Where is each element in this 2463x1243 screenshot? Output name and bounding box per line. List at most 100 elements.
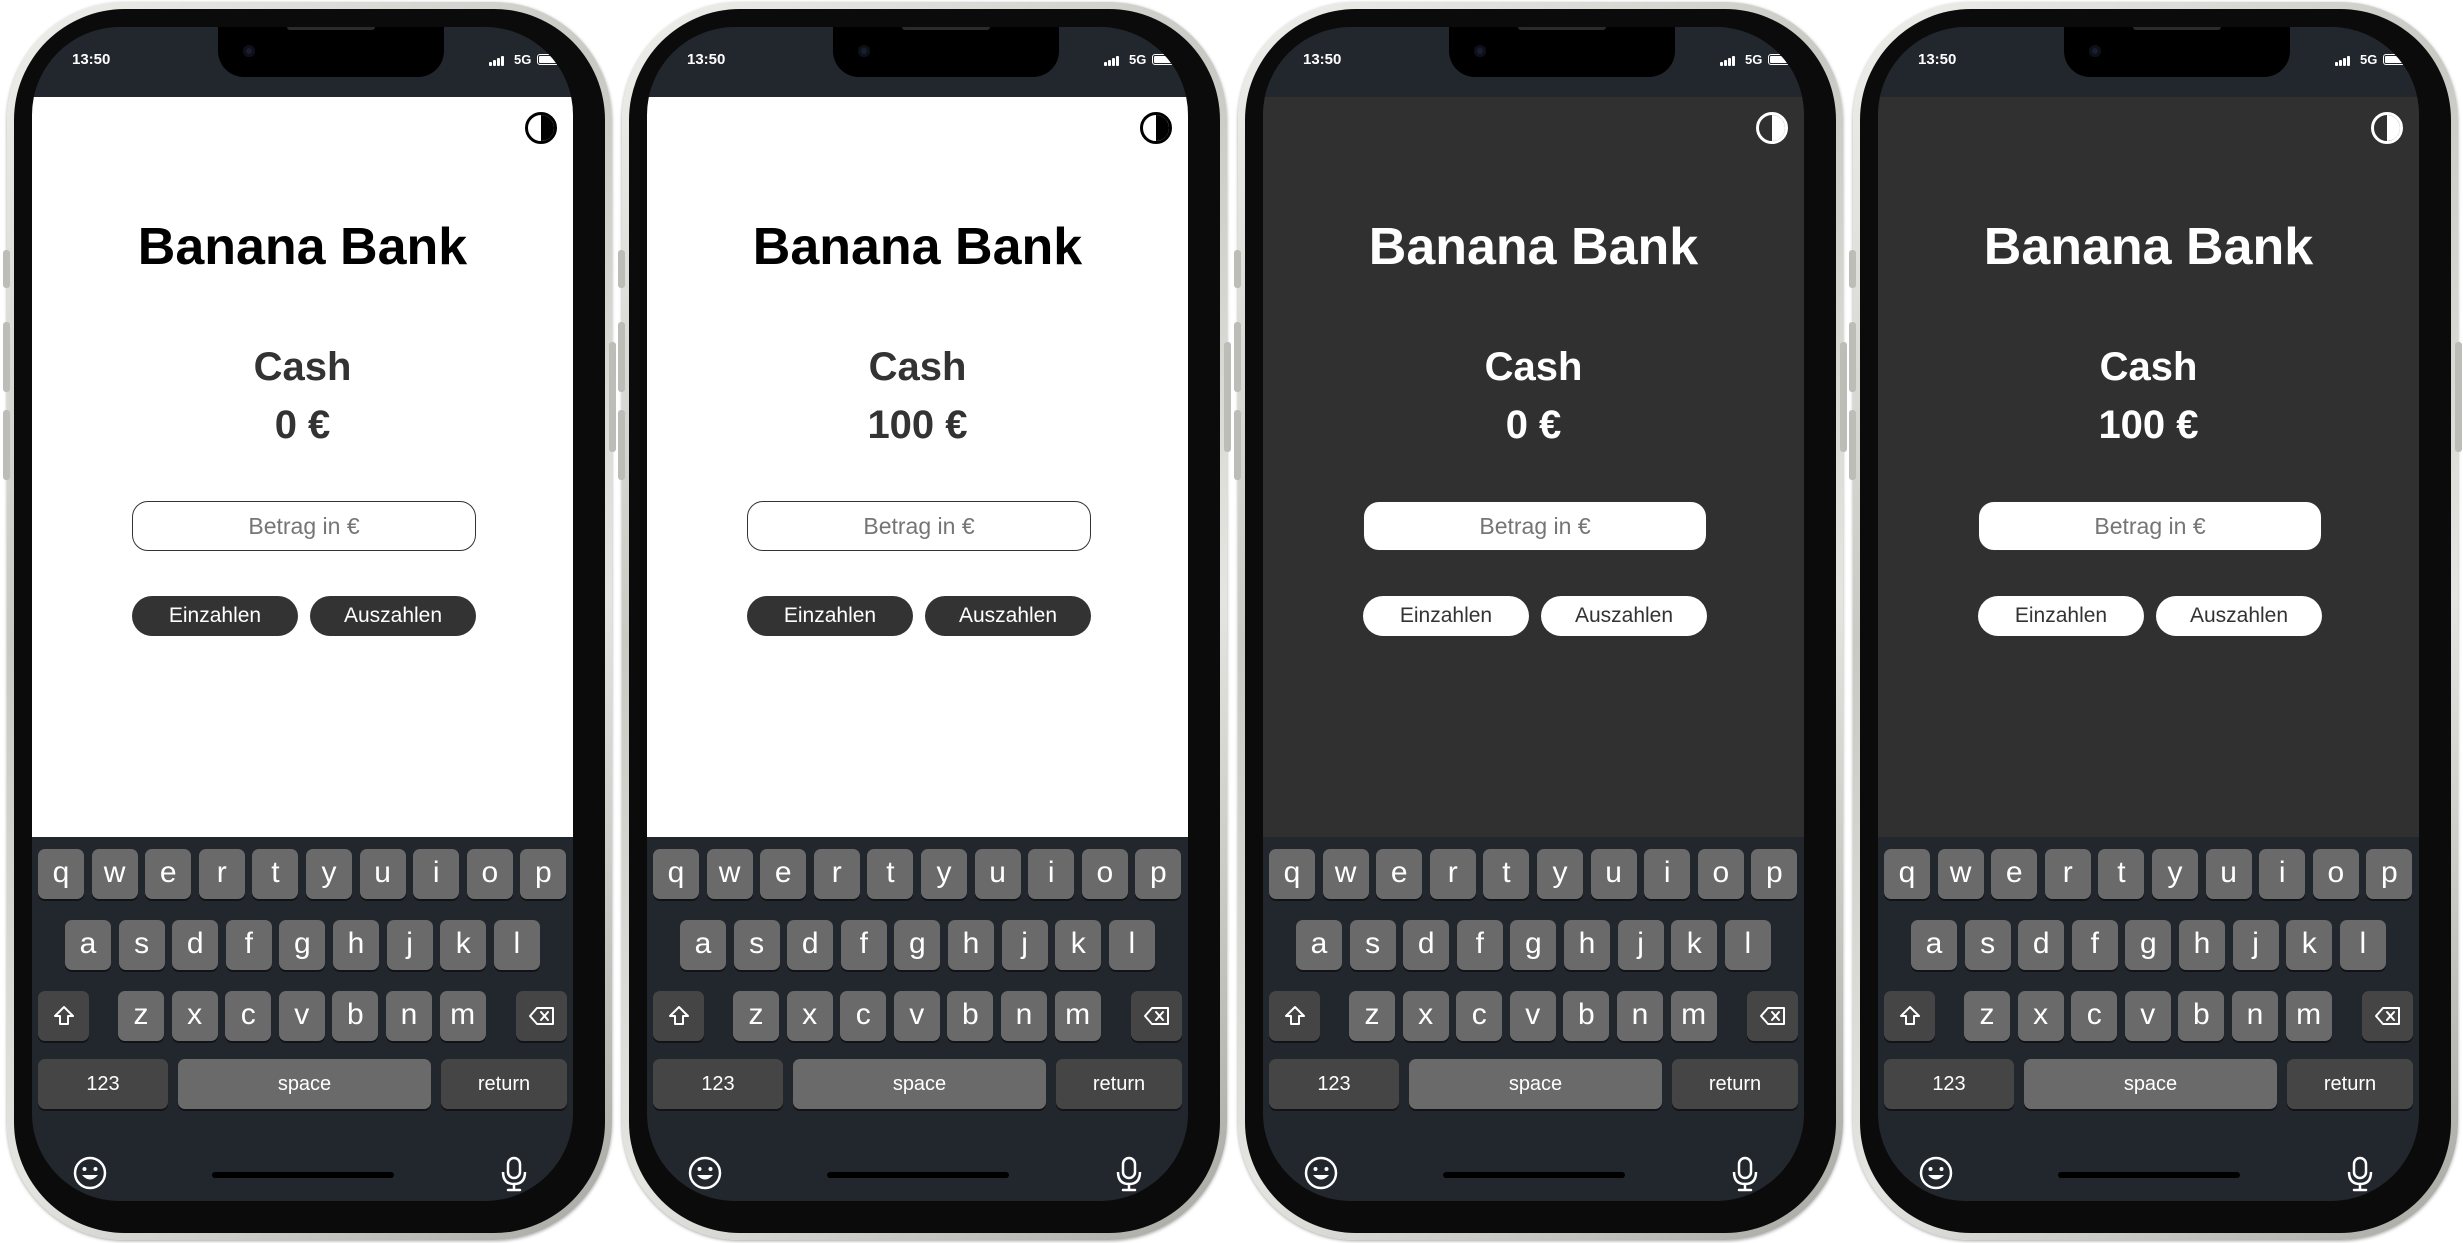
key-f[interactable]: f xyxy=(840,920,887,970)
key-o[interactable]: o xyxy=(1081,849,1128,899)
key-r[interactable]: r xyxy=(198,849,245,899)
key-j[interactable]: j xyxy=(1617,920,1664,970)
key-k[interactable]: k xyxy=(440,920,487,970)
key-p[interactable]: p xyxy=(520,849,567,899)
return-key[interactable]: return xyxy=(441,1059,567,1109)
numbers-key[interactable]: 123 xyxy=(1269,1059,1399,1109)
key-o[interactable]: o xyxy=(466,849,513,899)
key-n[interactable]: n xyxy=(386,991,432,1041)
key-z[interactable]: z xyxy=(733,991,779,1041)
dictation-key[interactable] xyxy=(1727,1155,1763,1193)
key-b[interactable]: b xyxy=(947,991,994,1041)
numbers-key[interactable]: 123 xyxy=(653,1059,783,1109)
key-b[interactable]: b xyxy=(1563,991,1610,1041)
key-t[interactable]: t xyxy=(867,849,914,899)
emoji-key[interactable] xyxy=(1303,1155,1339,1191)
key-d[interactable]: d xyxy=(787,920,834,970)
key-h[interactable]: h xyxy=(948,920,994,970)
key-f[interactable]: f xyxy=(1456,920,1503,970)
key-q[interactable]: q xyxy=(1269,849,1315,899)
key-b[interactable]: b xyxy=(2178,991,2225,1041)
key-i[interactable]: i xyxy=(2259,849,2306,899)
space-key[interactable]: space xyxy=(2024,1059,2277,1109)
key-e[interactable]: e xyxy=(1991,849,2038,899)
key-b[interactable]: b xyxy=(332,991,379,1041)
key-w[interactable]: w xyxy=(91,849,138,899)
space-key[interactable]: space xyxy=(793,1059,1046,1109)
key-c[interactable]: c xyxy=(225,991,272,1041)
key-a[interactable]: a xyxy=(65,920,111,970)
key-t[interactable]: t xyxy=(2098,849,2145,899)
amount-input[interactable] xyxy=(1363,501,1707,551)
key-s[interactable]: s xyxy=(1349,920,1396,970)
key-u[interactable]: u xyxy=(974,849,1021,899)
key-a[interactable]: a xyxy=(1296,920,1342,970)
key-f[interactable]: f xyxy=(2071,920,2118,970)
delete-key[interactable] xyxy=(1747,991,1798,1041)
key-z[interactable]: z xyxy=(1349,991,1395,1041)
key-u[interactable]: u xyxy=(1590,849,1637,899)
theme-toggle-button[interactable] xyxy=(1140,112,1172,144)
key-v[interactable]: v xyxy=(2124,991,2171,1041)
key-x[interactable]: x xyxy=(786,991,833,1041)
key-h[interactable]: h xyxy=(2179,920,2225,970)
shift-key[interactable] xyxy=(38,991,89,1041)
key-q[interactable]: q xyxy=(38,849,84,899)
key-r[interactable]: r xyxy=(1429,849,1476,899)
key-e[interactable]: e xyxy=(145,849,192,899)
emoji-key[interactable] xyxy=(687,1155,723,1191)
key-g[interactable]: g xyxy=(1510,920,1557,970)
key-i[interactable]: i xyxy=(1644,849,1691,899)
key-y[interactable]: y xyxy=(306,849,352,899)
deposit-button[interactable]: Einzahlen xyxy=(1363,596,1529,636)
key-e[interactable]: e xyxy=(760,849,807,899)
key-l[interactable]: l xyxy=(1724,920,1771,970)
key-m[interactable]: m xyxy=(1670,991,1717,1041)
emoji-key[interactable] xyxy=(1918,1155,1954,1191)
deposit-button[interactable]: Einzahlen xyxy=(132,596,298,636)
key-y[interactable]: y xyxy=(1537,849,1583,899)
key-c[interactable]: c xyxy=(1456,991,1503,1041)
key-f[interactable]: f xyxy=(225,920,272,970)
withdraw-button[interactable]: Auszahlen xyxy=(925,596,1091,636)
key-d[interactable]: d xyxy=(2018,920,2065,970)
key-w[interactable]: w xyxy=(1937,849,1984,899)
space-key[interactable]: space xyxy=(1409,1059,1662,1109)
space-key[interactable]: space xyxy=(178,1059,431,1109)
key-l[interactable]: l xyxy=(493,920,540,970)
key-c[interactable]: c xyxy=(840,991,887,1041)
key-s[interactable]: s xyxy=(1964,920,2011,970)
delete-key[interactable] xyxy=(516,991,567,1041)
return-key[interactable]: return xyxy=(2287,1059,2413,1109)
key-s[interactable]: s xyxy=(118,920,165,970)
key-g[interactable]: g xyxy=(279,920,326,970)
return-key[interactable]: return xyxy=(1672,1059,1798,1109)
key-u[interactable]: u xyxy=(359,849,406,899)
key-h[interactable]: h xyxy=(333,920,379,970)
key-g[interactable]: g xyxy=(894,920,941,970)
key-k[interactable]: k xyxy=(1671,920,1718,970)
key-z[interactable]: z xyxy=(1964,991,2010,1041)
shift-key[interactable] xyxy=(1884,991,1935,1041)
key-m[interactable]: m xyxy=(439,991,486,1041)
key-d[interactable]: d xyxy=(172,920,219,970)
key-n[interactable]: n xyxy=(1617,991,1663,1041)
dictation-key[interactable] xyxy=(496,1155,532,1193)
key-v[interactable]: v xyxy=(893,991,940,1041)
key-i[interactable]: i xyxy=(413,849,460,899)
delete-key[interactable] xyxy=(1131,991,1182,1041)
withdraw-button[interactable]: Auszahlen xyxy=(310,596,476,636)
amount-input[interactable] xyxy=(132,501,476,551)
dictation-key[interactable] xyxy=(2342,1155,2378,1193)
key-j[interactable]: j xyxy=(386,920,433,970)
key-x[interactable]: x xyxy=(171,991,218,1041)
key-x[interactable]: x xyxy=(2017,991,2064,1041)
key-l[interactable]: l xyxy=(2339,920,2386,970)
key-h[interactable]: h xyxy=(1564,920,1610,970)
amount-input[interactable] xyxy=(1978,501,2322,551)
key-j[interactable]: j xyxy=(2232,920,2279,970)
key-m[interactable]: m xyxy=(2285,991,2332,1041)
emoji-key[interactable] xyxy=(72,1155,108,1191)
dictation-key[interactable] xyxy=(1111,1155,1147,1193)
key-k[interactable]: k xyxy=(2286,920,2333,970)
